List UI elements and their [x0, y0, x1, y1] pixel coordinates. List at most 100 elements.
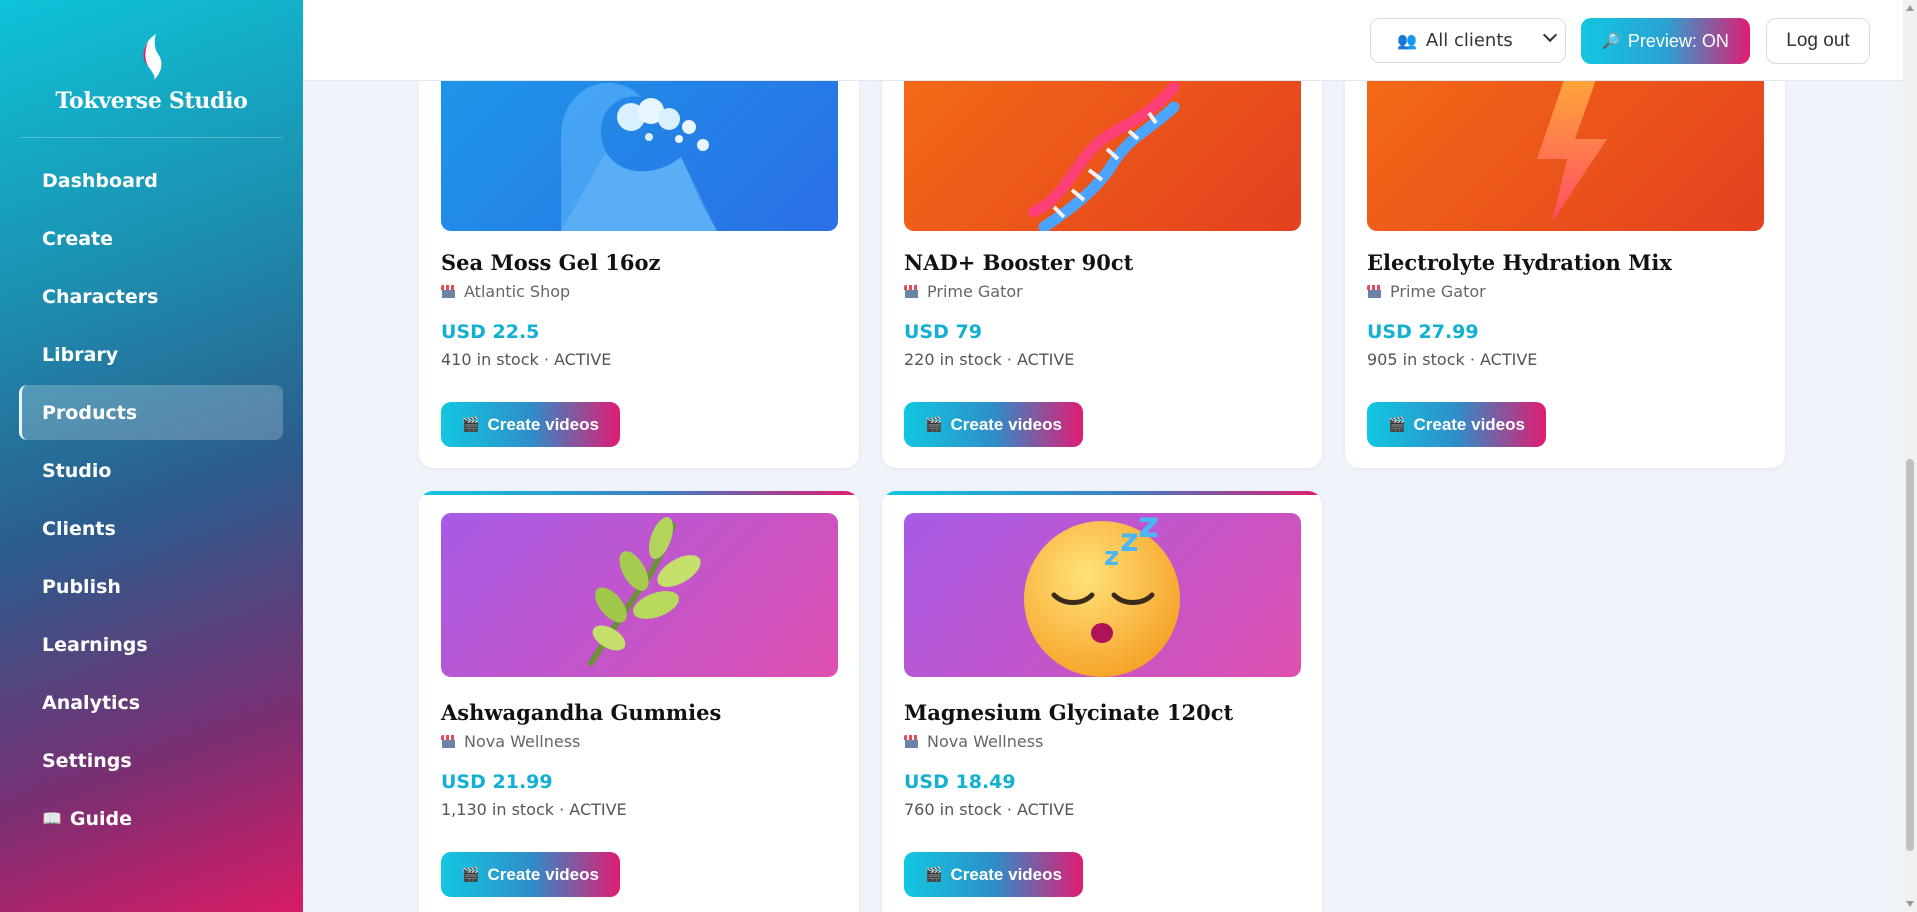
- client-filter-value: All clients: [1425, 30, 1513, 51]
- product-title: NAD+ Booster 90ct: [904, 250, 1134, 275]
- svg-text:z: z: [1138, 513, 1159, 546]
- sidebar-item-dashboard[interactable]: Dashboard: [19, 153, 283, 208]
- people-icon: 👥: [1397, 31, 1417, 50]
- clapperboard-icon: 🎬: [462, 866, 480, 882]
- product-card: z z z Magnesium Glycinate 120ct Nova Wel…: [882, 491, 1322, 912]
- sidebar: Tokverse Studio Dashboard Create Charact…: [0, 0, 303, 912]
- sidebar-item-label: Analytics: [42, 691, 141, 714]
- create-videos-label: Create videos: [487, 414, 599, 434]
- product-image: [1367, 67, 1764, 231]
- store-icon: [441, 735, 456, 748]
- product-image: [904, 67, 1301, 231]
- sidebar-item-products[interactable]: Products: [19, 385, 283, 440]
- client-filter-select[interactable]: 👥 All clients: [1370, 18, 1566, 63]
- product-price: USD 18.49: [904, 771, 1016, 793]
- create-videos-button[interactable]: 🎬 Create videos: [1367, 402, 1546, 447]
- product-card: Ashwagandha Gummies Nova Wellness USD 21…: [419, 491, 859, 912]
- product-shop: Nova Wellness: [904, 732, 1043, 751]
- product-shop-name: Prime Gator: [927, 282, 1023, 301]
- sleeping-face-icon: z z z: [1024, 513, 1180, 677]
- card-accent-bar: [882, 491, 1322, 495]
- logout-button[interactable]: Log out: [1766, 18, 1870, 64]
- create-videos-button[interactable]: 🎬 Create videos: [904, 852, 1083, 897]
- chevron-down-icon: [1542, 27, 1558, 43]
- wave-icon: [561, 82, 717, 231]
- sidebar-item-label: Settings: [42, 749, 132, 772]
- sidebar-item-analytics[interactable]: Analytics: [19, 675, 283, 730]
- product-price: USD 27.99: [1367, 321, 1479, 343]
- product-price: USD 21.99: [441, 771, 553, 793]
- product-stock: 760 in stock · ACTIVE: [904, 800, 1075, 819]
- magnifier-icon: 🔎: [1602, 33, 1621, 50]
- product-price: USD 79: [904, 321, 982, 343]
- sidebar-item-label: Learnings: [42, 633, 148, 656]
- scroll-down-arrow-icon[interactable]: [1906, 901, 1914, 907]
- sidebar-item-label: Products: [42, 401, 138, 424]
- sidebar-item-characters[interactable]: Characters: [19, 269, 283, 324]
- store-icon: [1367, 285, 1382, 298]
- product-stock: 1,130 in stock · ACTIVE: [441, 800, 627, 819]
- product-shop-name: Atlantic Shop: [464, 282, 571, 301]
- product-shop: Nova Wellness: [441, 732, 580, 751]
- product-title: Magnesium Glycinate 120ct: [904, 700, 1234, 725]
- product-title: Ashwagandha Gummies: [441, 700, 722, 725]
- product-image: [441, 67, 838, 231]
- sidebar-item-create[interactable]: Create: [19, 211, 283, 266]
- vertical-scrollbar[interactable]: [1903, 0, 1917, 912]
- product-image: z z z: [904, 513, 1301, 677]
- sidebar-item-settings[interactable]: Settings: [19, 733, 283, 788]
- sidebar-item-learnings[interactable]: Learnings: [19, 617, 283, 672]
- sidebar-item-guide[interactable]: 📖 Guide: [19, 791, 283, 846]
- create-videos-button[interactable]: 🎬 Create videos: [441, 852, 620, 897]
- preview-toggle-button[interactable]: 🔎 Preview: ON: [1581, 18, 1750, 64]
- store-icon: [904, 285, 919, 298]
- product-shop: Prime Gator: [1367, 282, 1486, 301]
- sidebar-divider: [20, 137, 283, 138]
- product-shop: Atlantic Shop: [441, 282, 570, 301]
- product-title: Electrolyte Hydration Mix: [1367, 250, 1672, 275]
- scroll-up-arrow-icon[interactable]: [1906, 5, 1914, 11]
- create-videos-label: Create videos: [950, 414, 1062, 434]
- lightning-icon: [1537, 77, 1607, 222]
- create-videos-button[interactable]: 🎬 Create videos: [904, 402, 1083, 447]
- create-videos-label: Create videos: [950, 864, 1062, 884]
- sidebar-item-library[interactable]: Library: [19, 327, 283, 382]
- sidebar-item-studio[interactable]: Studio: [19, 443, 283, 498]
- product-card: NAD+ Booster 90ct Prime Gator USD 79 220…: [882, 40, 1322, 468]
- product-shop-name: Nova Wellness: [464, 732, 581, 751]
- clapperboard-icon: 🎬: [1388, 416, 1406, 432]
- product-card: Electrolyte Hydration Mix Prime Gator US…: [1345, 40, 1785, 468]
- svg-text:z: z: [1104, 542, 1119, 572]
- product-title: Sea Moss Gel 16oz: [441, 250, 661, 275]
- scrollbar-thumb[interactable]: [1906, 459, 1914, 851]
- card-accent-bar: [419, 491, 859, 495]
- dna-icon: [1028, 81, 1180, 231]
- clapperboard-icon: 🎬: [925, 866, 943, 882]
- sidebar-item-label: Clients: [42, 517, 116, 540]
- product-price: USD 22.5: [441, 321, 540, 343]
- sidebar-nav: Dashboard Create Characters Library Prod…: [19, 153, 283, 849]
- logo-icon: [143, 34, 161, 80]
- herb-icon: [588, 517, 701, 666]
- product-shop-name: Prime Gator: [1390, 282, 1486, 301]
- sidebar-item-label: Publish: [42, 575, 121, 598]
- create-videos-button[interactable]: 🎬 Create videos: [441, 402, 620, 447]
- brand[interactable]: Tokverse Studio: [0, 32, 303, 114]
- book-icon: 📖: [42, 809, 62, 828]
- top-bar: 👥 All clients 🔎 Preview: ON Log out: [303, 0, 1903, 81]
- product-stock: 220 in stock · ACTIVE: [904, 350, 1075, 369]
- sidebar-item-clients[interactable]: Clients: [19, 501, 283, 556]
- product-stock: 905 in stock · ACTIVE: [1367, 350, 1538, 369]
- store-icon: [441, 285, 456, 298]
- create-videos-label: Create videos: [487, 864, 599, 884]
- app-name: Tokverse Studio: [55, 88, 248, 114]
- product-stock: 410 in stock · ACTIVE: [441, 350, 612, 369]
- sidebar-item-publish[interactable]: Publish: [19, 559, 283, 614]
- store-icon: [904, 735, 919, 748]
- sidebar-item-label: Characters: [42, 285, 159, 308]
- clapperboard-icon: 🎬: [462, 416, 480, 432]
- product-image: [441, 513, 838, 677]
- preview-button-label: Preview: ON: [1627, 30, 1729, 51]
- create-videos-label: Create videos: [1413, 414, 1525, 434]
- sidebar-item-label: Studio: [42, 459, 112, 482]
